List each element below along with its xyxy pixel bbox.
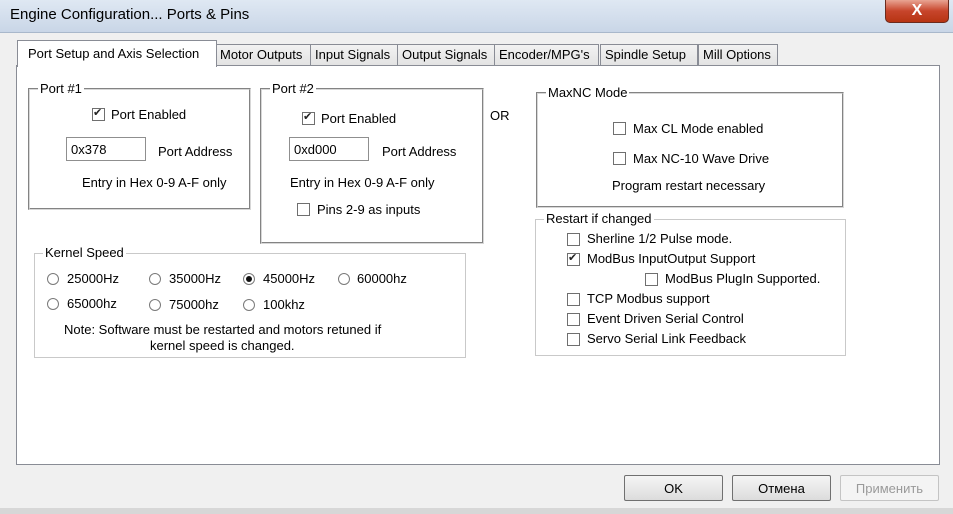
tab-port-setup[interactable]: Port Setup and Axis Selection — [17, 40, 217, 67]
sherline-label: Sherline 1/2 Pulse mode. — [587, 231, 733, 246]
sherline-checkbox[interactable] — [567, 233, 580, 246]
servo-serial-label: Servo Serial Link Feedback — [587, 331, 746, 346]
kernel-label-100k: 100khz — [263, 297, 305, 312]
bottom-strip — [0, 508, 953, 514]
port2-address-input[interactable]: 0xd000 — [289, 137, 369, 161]
kernel-radio-25000[interactable] — [47, 273, 59, 285]
tab-label: Motor Outputs — [220, 47, 303, 62]
kernel-legend: Kernel Speed — [43, 245, 126, 260]
tab-label: Output Signals — [402, 47, 488, 62]
or-label: OR — [490, 108, 510, 123]
tcp-modbus-checkbox[interactable] — [567, 293, 580, 306]
port1-hint: Entry in Hex 0-9 A-F only — [82, 175, 227, 190]
maxnc-legend: MaxNC Mode — [546, 85, 630, 100]
servo-serial-checkbox[interactable] — [567, 333, 580, 346]
tab-input-signals[interactable]: Input Signals — [310, 44, 398, 65]
kernel-radio-60000[interactable] — [338, 273, 350, 285]
modbus-plugin-checkbox[interactable] — [645, 273, 658, 286]
max-cl-mode-checkbox[interactable] — [613, 122, 626, 135]
tab-output-signals[interactable]: Output Signals — [397, 44, 495, 65]
port1-enabled-checkbox[interactable] — [92, 106, 105, 121]
kernel-label-45000: 45000Hz — [263, 271, 316, 286]
kernel-note-line1: Note: Software must be restarted and mot… — [64, 322, 382, 337]
maxnc-note: Program restart necessary — [612, 178, 766, 193]
kernel-label-75000: 75000hz — [169, 297, 219, 312]
kernel-label-35000: 35000Hz — [169, 271, 222, 286]
event-serial-label: Event Driven Serial Control — [587, 311, 744, 326]
title-bar: Engine Configuration... Ports & Pins X — [0, 0, 953, 33]
tab-label: Mill Options — [703, 47, 771, 62]
port1-address-label: Port Address — [158, 144, 233, 159]
cancel-button[interactable]: Отмена — [732, 475, 831, 501]
max-nc10-label: Max NC-10 Wave Drive — [633, 151, 770, 166]
event-serial-checkbox[interactable] — [567, 313, 580, 326]
kernel-label-25000: 25000Hz — [67, 271, 120, 286]
port2-hint: Entry in Hex 0-9 A-F only — [290, 175, 435, 190]
kernel-radio-45000[interactable] — [243, 273, 255, 285]
port2-pins-checkbox[interactable] — [297, 203, 310, 216]
kernel-label-60000: 60000hz — [357, 271, 407, 286]
modbus-plugin-label: ModBus PlugIn Supported. — [665, 271, 821, 286]
kernel-note-line2: kernel speed is changed. — [150, 338, 295, 353]
restart-legend: Restart if changed — [544, 211, 654, 226]
kernel-radio-75000[interactable] — [149, 299, 161, 311]
modbus-io-label: ModBus InputOutput Support — [587, 251, 756, 266]
tab-label: Encoder/MPG's — [499, 47, 590, 62]
close-button[interactable]: X — [885, 0, 949, 23]
kernel-radio-100k[interactable] — [243, 299, 255, 311]
modbus-io-checkbox[interactable] — [567, 251, 580, 266]
kernel-radio-65000[interactable] — [47, 298, 59, 310]
max-nc10-checkbox[interactable] — [613, 152, 626, 165]
port1-legend: Port #1 — [38, 81, 84, 96]
close-icon: X — [911, 2, 923, 19]
kernel-radio-35000[interactable] — [149, 273, 161, 285]
port2-address-label: Port Address — [382, 144, 457, 159]
tab-mill-options[interactable]: Mill Options — [698, 44, 778, 65]
window-title: Engine Configuration... Ports & Pins — [10, 6, 250, 23]
ok-button[interactable]: OK — [624, 475, 723, 501]
port2-pins-label: Pins 2-9 as inputs — [317, 202, 421, 217]
tab-label: Port Setup and Axis Selection — [28, 46, 200, 61]
port2-legend: Port #2 — [270, 81, 316, 96]
tcp-modbus-label: TCP Modbus support — [587, 291, 710, 306]
kernel-label-65000: 65000hz — [67, 296, 117, 311]
tab-motor-outputs[interactable]: Motor Outputs — [215, 44, 313, 65]
tab-encoder-mpg[interactable]: Encoder/MPG's — [494, 44, 599, 65]
apply-button[interactable]: Применить — [840, 475, 939, 501]
port2-enabled-label: Port Enabled — [321, 111, 397, 126]
tab-spindle-setup[interactable]: Spindle Setup — [600, 44, 698, 65]
port1-address-input[interactable]: 0x378 — [66, 137, 146, 161]
port1-enabled-label: Port Enabled — [111, 107, 187, 122]
port2-enabled-checkbox[interactable] — [302, 110, 315, 125]
max-cl-mode-label: Max CL Mode enabled — [633, 121, 764, 136]
tab-label: Spindle Setup — [605, 47, 686, 62]
tab-label: Input Signals — [315, 47, 391, 62]
